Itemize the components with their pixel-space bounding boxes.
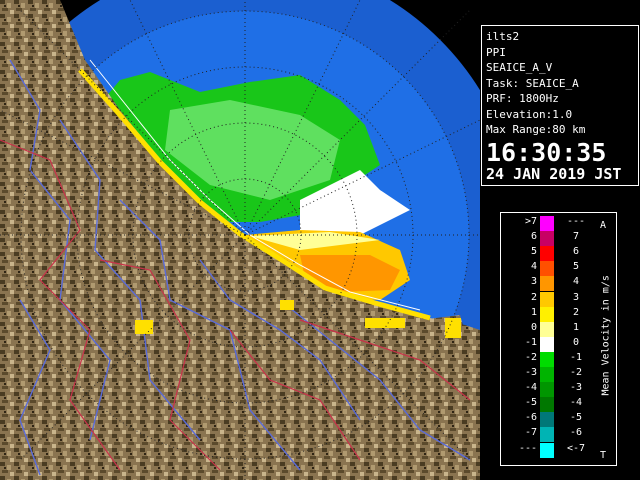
legend-swatch [540,291,554,307]
legend-upper-label: -3 [569,382,583,394]
legend-lower-label: -6 [524,412,537,424]
legend-upper-label: 4 [572,276,580,288]
legend-swatch [540,367,554,383]
legend-swatch [540,306,554,322]
legend-lower-label: -5 [524,397,537,409]
legend-upper-label: 7 [572,231,580,243]
legend-upper-label: -4 [569,397,583,409]
legend-lower-label: 4 [530,261,537,273]
legend-swatch [540,216,554,232]
legend-swatch [540,397,554,413]
legend-lower-label: 1 [530,306,537,318]
legend-lower-label: --- [518,442,537,454]
scan-date: 24 JAN 2019 JST [486,164,622,183]
legend-upper-label: 5 [572,261,580,273]
product-name: SEAICE_A_V [486,61,553,74]
legend-lower-label: -1 [524,336,537,348]
legend-lower-label: -2 [524,351,537,363]
legend-swatch [540,246,554,262]
legend-swatch [540,336,554,352]
legend-swatch [540,442,554,458]
legend-upper-label: 0 [572,336,580,348]
legend-lower-label: >7 [524,216,537,227]
legend-upper-label: 6 [572,246,580,258]
legend-upper-label: --- [566,216,586,227]
legend-upper-label: -1 [569,351,583,363]
scan-mode: PPI [486,45,506,59]
legend-swatch [540,351,554,367]
legend-lower-label: 0 [530,321,537,333]
legend-upper-label: -6 [569,427,583,439]
site-name: ilts2 [486,30,520,43]
scan-time: 16:30:35 [486,137,607,167]
legend-title-block: A Mean Velocity in m/s T [596,220,614,461]
info-panel: ilts2 PPI SEAICE_A_V Task: SEAICE_A PRF:… [481,25,639,186]
legend-upper-label: 1 [572,321,580,333]
max-range-value: Max Range:80 km [486,123,586,136]
legend-lower-label: 5 [530,246,537,258]
legend-swatch [540,412,554,428]
legend-upper-label: <-7 [566,442,586,454]
task-name: Task: SEAICE_A [486,76,579,90]
legend-lower-label: -4 [524,382,537,394]
legend-lower-label: 2 [530,291,537,303]
legend-upper-label: 2 [572,306,580,318]
radar-display: ilts2 PPI SEAICE_A_V Task: SEAICE_A PRF:… [0,0,640,480]
legend-swatch [540,231,554,247]
legend-corner-bottom: T [600,450,607,461]
legend-lower-label: -7 [524,427,537,439]
legend-swatch [540,276,554,292]
legend-upper-label: 3 [572,291,580,303]
legend-swatch [540,427,554,443]
legend-corner-top: A [600,220,607,231]
legend-swatch [540,321,554,337]
legend-swatch [540,261,554,277]
radar-ppi-image [0,0,480,480]
legend-upper-label: -2 [569,367,583,378]
legend-lower-label: 6 [530,231,537,243]
legend-swatch [540,382,554,398]
elevation-value: Elevation:1.0 [486,107,573,121]
legend-lower-label: 3 [530,276,537,288]
legend-title: Mean Velocity in m/s [600,275,612,396]
prf-value: PRF: 1800Hz [486,92,559,105]
legend-lower-label: -3 [524,367,537,378]
legend-upper-label: -5 [569,412,583,424]
